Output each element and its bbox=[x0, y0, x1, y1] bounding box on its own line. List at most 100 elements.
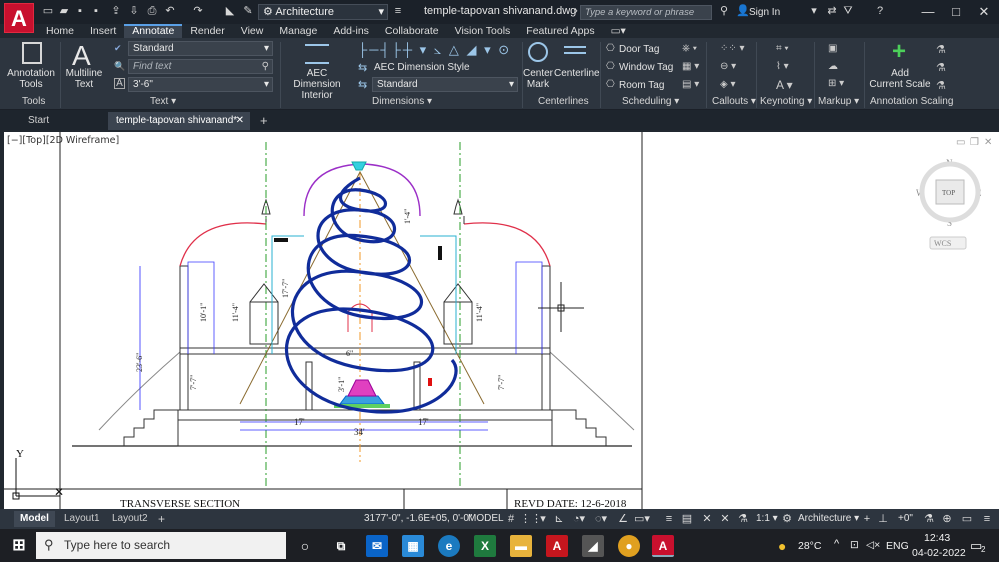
new-tab-button[interactable]: + bbox=[252, 112, 272, 130]
tab-home[interactable]: Home bbox=[38, 24, 82, 38]
a360-icon[interactable]: ⛛ bbox=[842, 6, 854, 17]
workspace-select[interactable]: ⚙ Architecture ▾ bbox=[258, 4, 388, 20]
share-icon[interactable]: ◣ bbox=[224, 6, 236, 17]
osnap-tracking-icon[interactable]: ∠ bbox=[616, 512, 630, 526]
cortana-icon[interactable]: ○ bbox=[294, 535, 316, 557]
application-menu-button[interactable]: A bbox=[4, 3, 34, 33]
aec-dimension-style-button[interactable]: AEC Dimension Style bbox=[374, 62, 470, 73]
center-mark-button[interactable]: Center Mark bbox=[522, 68, 554, 90]
markup-cloud-icon[interactable]: ☁ bbox=[828, 61, 838, 72]
hardware-accel-icon[interactable]: ⊕ bbox=[940, 512, 954, 526]
isolate-icon[interactable]: ⚗ bbox=[922, 512, 936, 526]
viewport-minimize-icon[interactable]: ▭ bbox=[956, 137, 965, 148]
viewport-restore-icon[interactable]: ❐ bbox=[970, 137, 979, 148]
mail-icon[interactable]: ✉ bbox=[366, 535, 388, 557]
sign-in-link[interactable]: Sign In bbox=[749, 7, 780, 18]
new-layout-button[interactable]: + bbox=[152, 511, 171, 527]
store-icon[interactable]: ▦ bbox=[402, 535, 424, 557]
text-height-select[interactable]: 3'-6" ▾ bbox=[128, 77, 273, 92]
clean-screen-icon[interactable]: ▭ bbox=[960, 512, 974, 526]
task-view-icon[interactable]: ⧉ bbox=[330, 535, 352, 557]
tab-collaborate[interactable]: Collaborate bbox=[377, 24, 447, 38]
viewport-close-icon[interactable]: ✕ bbox=[984, 137, 992, 148]
snap-icon[interactable]: ⋮⋮ bbox=[520, 512, 542, 526]
new-icon[interactable]: ▭ bbox=[42, 6, 54, 17]
tray-chevron-icon[interactable]: ^ bbox=[834, 538, 839, 550]
volume-icon[interactable]: ◁× bbox=[866, 539, 880, 551]
dimension-tools-icon[interactable]: ├─┤├┼ ▾ ⦣ △ ◢ ▾ ⊙ bbox=[358, 42, 511, 58]
temperature[interactable]: 28°C bbox=[798, 540, 821, 552]
panel-label-keynoting[interactable]: Keynoting ▾ bbox=[760, 96, 812, 107]
scale-tool-3-icon[interactable]: ⚗ bbox=[936, 79, 946, 92]
customize-icon[interactable]: ≡ bbox=[980, 512, 994, 526]
language-indicator[interactable]: ENG bbox=[886, 540, 909, 552]
room-tag-button[interactable]: Room Tag bbox=[619, 80, 664, 91]
multiline-text-button[interactable]: Multiline Text bbox=[62, 68, 106, 90]
panel-label-dimensions[interactable]: Dimensions ▾ bbox=[372, 96, 432, 107]
centerline-button[interactable]: Centerline bbox=[554, 68, 600, 79]
keynote-2-icon[interactable]: ⌇ ▾ bbox=[776, 61, 789, 72]
document-tab[interactable]: temple-tapovan shivanand* ✕ bbox=[108, 112, 250, 130]
callout-1-icon[interactable]: ⁘⁘ ▾ bbox=[720, 43, 745, 54]
undo-icon[interactable]: ↶ bbox=[164, 6, 176, 17]
tab-render[interactable]: Render bbox=[182, 24, 232, 38]
door-tag-button[interactable]: Door Tag bbox=[619, 44, 659, 55]
workspace-gear-icon[interactable]: ⚙ bbox=[780, 512, 794, 526]
workspace-switch[interactable]: Architecture ▾ bbox=[798, 513, 859, 525]
close-button[interactable]: ✕ bbox=[974, 3, 994, 21]
keynote-1-icon[interactable]: ⌗ ▾ bbox=[776, 43, 789, 54]
dimension-style-select[interactable]: Standard ▾ bbox=[372, 77, 518, 92]
windows-start-icon[interactable]: ⊞ bbox=[8, 535, 30, 557]
schedule-tool-1-icon[interactable]: ⎈ ▾ bbox=[682, 43, 697, 54]
panel-label-callouts[interactable]: Callouts ▾ bbox=[712, 96, 756, 107]
search-icon[interactable]: ⚲ bbox=[718, 6, 730, 17]
annotation-scale-icon[interactable]: ⚗ bbox=[736, 512, 750, 526]
annotation-scale-select[interactable]: 1:1 ▾ bbox=[756, 513, 778, 525]
start-tab[interactable]: Start bbox=[20, 112, 106, 130]
app-icon[interactable]: ◢ bbox=[582, 535, 604, 557]
lineweight-icon[interactable]: ▭▾ bbox=[634, 512, 650, 526]
elevation-icon[interactable]: ⊥ bbox=[876, 512, 890, 526]
open-web-icon[interactable]: ⇪ bbox=[110, 6, 122, 17]
tab-add-ins[interactable]: Add-ins bbox=[325, 24, 377, 38]
panel-label-markup[interactable]: Markup ▾ bbox=[818, 96, 859, 107]
save-icon[interactable]: ▪ bbox=[74, 6, 86, 17]
tab-insert[interactable]: Insert bbox=[82, 24, 124, 38]
ribbon-options-icon[interactable]: ▭▾ bbox=[603, 24, 634, 38]
aec-dimension-button[interactable]: AEC Dimension Interior bbox=[284, 68, 350, 101]
panel-label-scheduling[interactable]: Scheduling ▾ bbox=[622, 96, 679, 107]
markup-1-icon[interactable]: ▣ bbox=[828, 43, 837, 54]
annotation-tools-button[interactable]: Annotation Tools bbox=[4, 68, 58, 90]
markup-3-icon[interactable]: ⊞ ▾ bbox=[828, 78, 844, 89]
cart-icon[interactable]: ▾ bbox=[808, 6, 820, 17]
auto-scale-icon[interactable]: ✕ bbox=[718, 512, 732, 526]
elevation-offset[interactable]: +0" bbox=[898, 513, 913, 525]
selection-cycling-icon[interactable]: ▤ bbox=[680, 512, 694, 526]
close-tab-icon[interactable]: ✕ bbox=[236, 112, 244, 130]
plot-icon[interactable]: ⎙ bbox=[146, 6, 158, 17]
annotation-visibility-icon[interactable]: ✕ bbox=[700, 512, 714, 526]
tab-vision-tools[interactable]: Vision Tools bbox=[447, 24, 519, 38]
add-current-scale-button[interactable]: Add Current Scale bbox=[868, 68, 932, 90]
taskbar-search-input[interactable]: Type here to search bbox=[36, 532, 286, 559]
search-input[interactable]: Type a keyword or phrase bbox=[580, 5, 712, 20]
keynote-3-icon[interactable]: A ▾ bbox=[776, 78, 793, 92]
model-space-viewport[interactable]: [−][Top][2D Wireframe] 17' 17' 34' 23'-6… bbox=[4, 132, 999, 509]
find-text-input[interactable]: Find text ⚲ bbox=[128, 59, 273, 74]
clock-date[interactable]: 04-02-2022 bbox=[912, 547, 966, 559]
polar-icon[interactable]: ◔▾ bbox=[572, 512, 586, 526]
window-tag-button[interactable]: Window Tag bbox=[619, 62, 673, 73]
viewcube-top[interactable]: TOP bbox=[942, 189, 955, 197]
tab-layout2[interactable]: Layout2 bbox=[106, 511, 154, 527]
scale-tool-1-icon[interactable]: ⚗ bbox=[936, 43, 946, 56]
help-icon[interactable]: ? bbox=[874, 6, 886, 17]
save-web-icon[interactable]: ⇩ bbox=[128, 6, 140, 17]
ortho-icon[interactable]: ⊾ bbox=[552, 512, 566, 526]
user-icon[interactable]: 👤 bbox=[736, 6, 750, 17]
callout-2-icon[interactable]: ⊖ ▾ bbox=[720, 61, 736, 72]
minimize-button[interactable]: — bbox=[918, 3, 938, 21]
autocad-taskbar-icon[interactable]: A bbox=[652, 535, 674, 557]
quick-access-menu-icon[interactable]: ≡ bbox=[392, 6, 404, 17]
maximize-button[interactable]: □ bbox=[946, 3, 966, 21]
open-icon[interactable]: ▰ bbox=[58, 6, 70, 17]
